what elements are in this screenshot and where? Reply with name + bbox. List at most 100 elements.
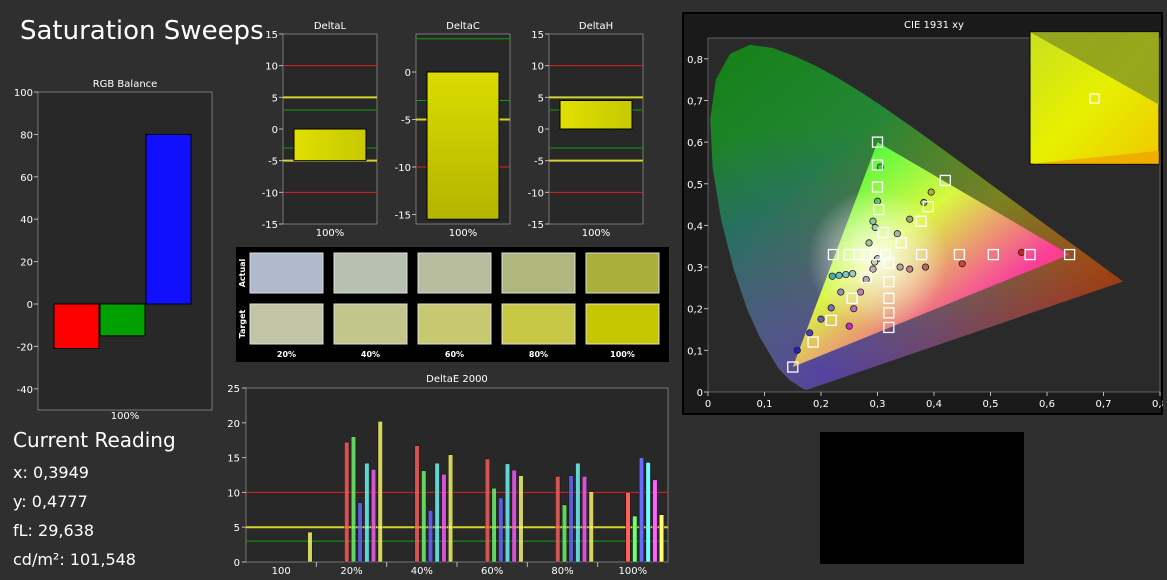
dc-ytick: -10 [395,163,411,174]
deltae-bar [428,510,433,563]
dh-ytick: 15 [531,30,544,41]
cie-ytick: 0 [697,388,703,399]
deltae-bar [632,515,638,563]
rgb-ytick: -40 [17,385,33,396]
cie-ytick: 0,1 [687,346,703,357]
rgb-ytick: 20 [20,258,33,269]
deltae-bar [364,462,370,563]
measured-point [893,230,901,238]
cie-xtick: 0,1 [757,399,773,410]
dh-ytick: 10 [531,62,544,73]
dl-xtick: 100% [316,228,345,239]
deltae-ytick: 5 [234,523,240,534]
cie-xtick: 0,7 [1096,399,1112,410]
measured-point [906,215,914,223]
deltae-ytick: 0 [234,558,240,569]
deltae-bar [639,457,644,563]
reading-x: x: 0,3949 [13,463,89,482]
rgb-xtick: 100% [111,411,140,422]
dl-ytick: 15 [265,30,278,41]
dc-ytick: -15 [395,211,411,222]
deltae-bar [307,531,313,563]
cie-title: CIE 1931 xy [904,20,964,31]
deltae-ytick: 15 [227,454,240,465]
deltae-bar [511,469,517,563]
deltae-bar [448,454,454,563]
measured-point [835,271,843,279]
dh-ytick: -5 [534,157,544,168]
dl-ytick: 10 [265,62,278,73]
measured-point [856,288,865,296]
deltae-bar [377,421,383,563]
swatch-column-label: 100% [610,350,635,359]
deltae-bar [491,488,497,563]
rgb-bar-g [99,303,146,337]
cie-xtick: 0,4 [926,399,942,410]
deltae-bar [582,476,587,563]
rgb-ytick: -20 [17,342,33,353]
dh-ytick: -15 [528,220,544,231]
cie-ytick: 0,5 [687,180,703,191]
rgb-ytick: 60 [20,173,33,184]
deltae-xtick: 60% [481,566,503,577]
dl-ytick: 5 [272,93,278,104]
swatch-target [585,303,660,345]
reading-luminance: cd/m²: 101,548 [13,550,136,569]
deltae-bar [414,445,420,563]
measured-point [1017,248,1026,257]
cie-xtick: 0,6 [1039,399,1055,410]
measured-point [869,217,877,225]
rgb-bar-b [145,133,192,305]
swatch-target [249,303,324,345]
deltae-bar [441,474,447,563]
deltae-xtick: 100% [619,566,648,577]
rgb-ytick: 40 [20,215,33,226]
swatch-actual [585,252,660,294]
deltae-bar [575,462,581,563]
dc-ytick: -5 [401,116,411,127]
measured-point [865,239,873,247]
dc-xtick: 100% [449,228,478,239]
deltae-xtick: 20% [340,566,362,577]
deltae-bar [562,504,567,563]
swatch-actual [249,252,324,294]
deltae-xtick: 100 [272,566,291,577]
swatch-column-label: 80% [529,350,548,359]
measured-point [958,260,966,268]
reading-fl: fL: 29,638 [13,521,95,540]
measured-point [793,346,801,354]
measured-point [927,188,935,196]
deltae-bar [645,462,651,563]
measured-point [906,265,914,273]
measured-point [850,305,858,313]
dh-bar [559,100,633,130]
measured-point [862,275,870,284]
rgb-ytick: 0 [27,300,33,311]
deltae-bar [505,463,510,563]
deltae-ytick: 25 [227,384,240,395]
swatch-row-label-target: Target [238,309,247,338]
dl-ytick: 0 [272,125,278,136]
cie-xtick: 0,8 [1152,399,1163,410]
deltae-bar [498,497,504,563]
delta-e-chart: DeltaE 2000 0 5 10 15 20 25 100 20% 40% 60% 80% 100% [227,374,669,577]
swatch-target [417,303,492,345]
measured-point [827,304,835,312]
swatch-target [501,303,576,345]
swatch-panel: Actual Target 20% 40% 60% 80% 100% [236,247,669,362]
deltae-title: DeltaE 2000 [426,374,488,385]
measured-point [849,270,857,278]
deltae-bar [625,492,631,563]
swatch-column-label: 40% [361,350,380,359]
dh-title: DeltaH [579,21,613,32]
swatch-actual [501,252,576,294]
measured-point [896,263,904,271]
measured-point [921,263,930,271]
swatch-actual [333,252,408,294]
deltae-bar [434,462,440,563]
dh-ytick: -10 [528,188,544,199]
cie-xtick: 0,2 [813,399,829,410]
deltae-xtick: 80% [551,566,573,577]
swatch-row-label-actual: Actual [238,258,247,287]
dl-bar [293,128,367,162]
